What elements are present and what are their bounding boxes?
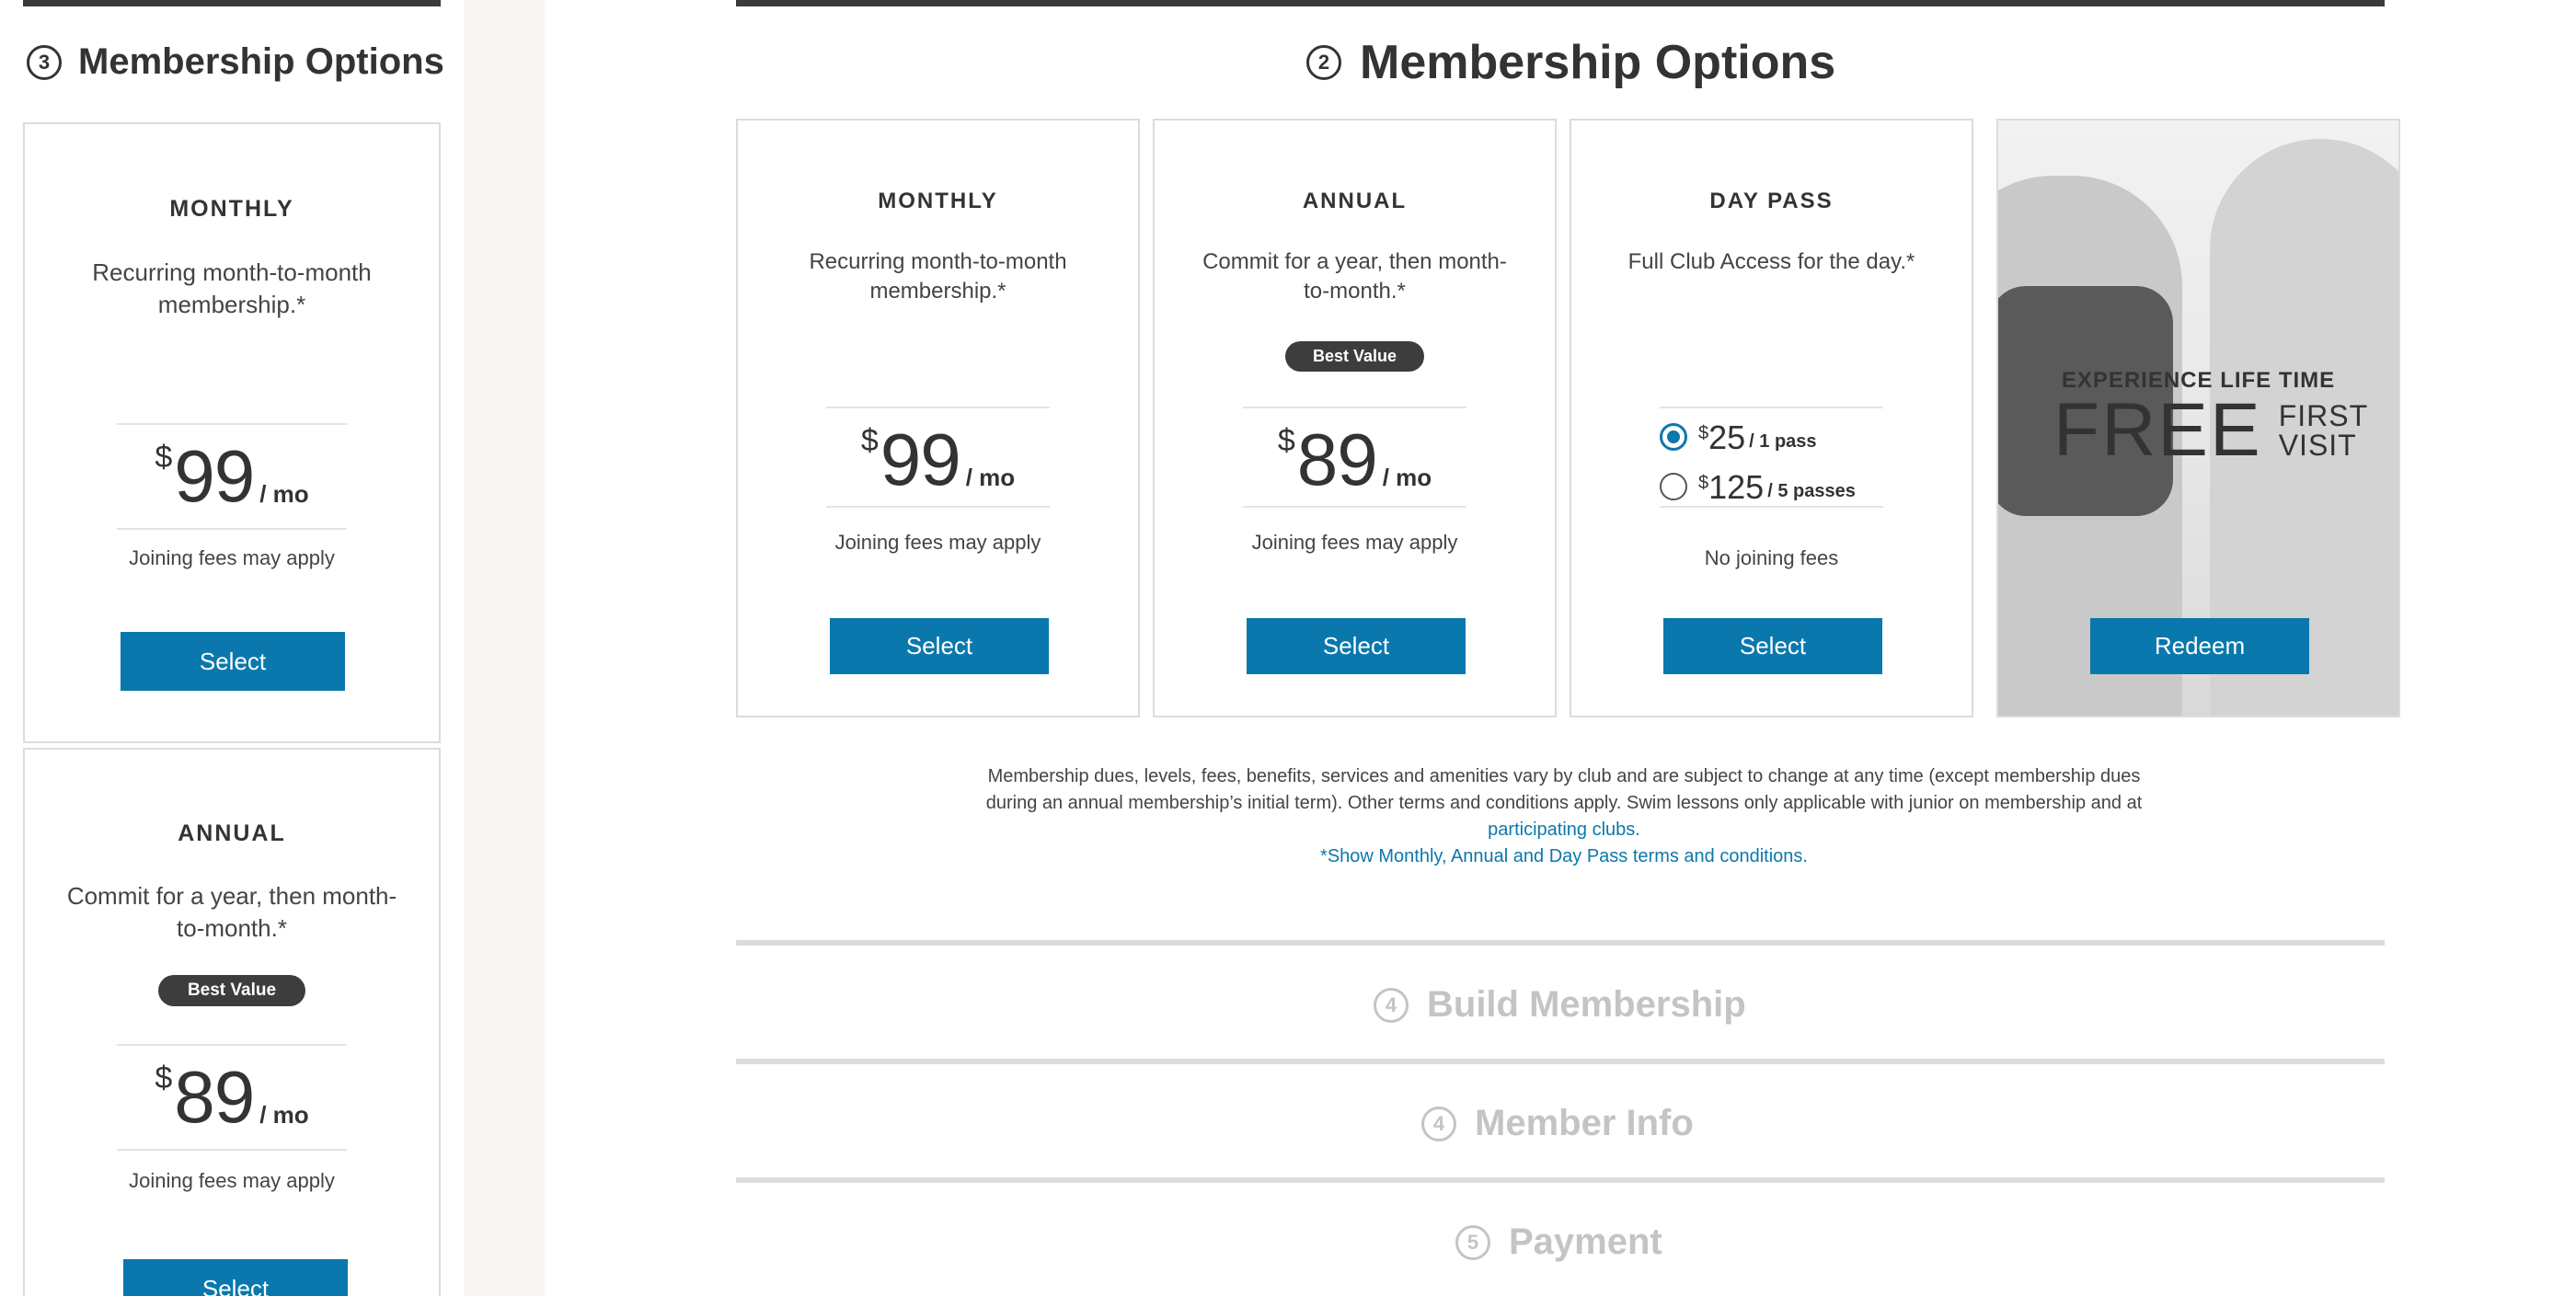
legal-text: Membership dues, levels, fees, benefits,…: [985, 766, 2143, 813]
plan-description: Commit for a year, then month-to-month.*: [66, 882, 397, 943]
participating-clubs-link[interactable]: participating clubs.: [1488, 820, 1640, 840]
plan-description: Full Club Access for the day.*: [1627, 249, 1915, 274]
step-number-badge: 3: [27, 44, 62, 80]
page-title: Membership Options: [1360, 36, 1836, 89]
fees-note: Joining fees may apply: [1251, 531, 1458, 554]
layout-gutter: [464, 0, 545, 1296]
promo-visit: VISIT: [2278, 429, 2357, 462]
currency-symbol: $: [860, 423, 879, 458]
mobile-panel: 3 Membership Options MONTHLY Recurring m…: [0, 0, 464, 1296]
plan-name: DAY PASS: [1709, 189, 1834, 213]
currency-symbol: $: [1277, 423, 1295, 458]
price-amount: 99: [880, 419, 961, 500]
currency-symbol: $: [155, 1061, 173, 1095]
terms-conditions-link[interactable]: *Show Monthly, Annual and Day Pass terms…: [1320, 846, 1808, 866]
price-period: / 5 passes: [1767, 481, 1856, 501]
plan-price: $ 89 / mo: [1243, 407, 1466, 508]
best-value-badge: Best Value: [1284, 341, 1425, 372]
price-period: / mo: [259, 1101, 309, 1129]
step-number-badge: 4: [1421, 1106, 1456, 1141]
redeem-button[interactable]: Redeem: [2090, 618, 2309, 674]
plan-card-day-pass: DAY PASS Full Club Access for the day.* …: [1570, 119, 1973, 717]
plan-card-annual: ANNUAL Commit for a year, then month-to-…: [23, 748, 441, 1296]
radio-button-selected[interactable]: [1660, 423, 1687, 451]
section-title: Member Info: [1475, 1103, 1694, 1143]
price-amount: 25: [1708, 419, 1746, 456]
section-member-info[interactable]: 4 Member Info: [1421, 1103, 1694, 1144]
section-divider: [736, 1177, 2385, 1183]
select-button[interactable]: Select: [830, 618, 1049, 674]
section-divider: [736, 1059, 2385, 1064]
promo-first: FIRST: [2278, 399, 2369, 432]
promo-free-text: FREE: [2053, 388, 2262, 472]
plan-description: Recurring month-to-month membership.*: [92, 258, 372, 319]
promo-first-visit: FIRST VISIT: [2279, 401, 2368, 460]
select-button[interactable]: Select: [123, 1259, 348, 1296]
promo-offer: FREE FIRST VISIT: [2053, 393, 2368, 468]
plan-price: $ 89 / mo: [117, 1044, 347, 1151]
fees-note: Joining fees may apply: [129, 546, 335, 569]
free-visit-promo: EXPERIENCE LIFE TIME FREE FIRST VISIT Re…: [1996, 119, 2400, 717]
plan-name: ANNUAL: [1302, 189, 1408, 213]
top-divider: [736, 0, 2385, 6]
best-value-badge: Best Value: [157, 975, 306, 1006]
badge-row: Best Value: [1155, 341, 1555, 372]
plan-card-annual: ANNUAL Commit for a year, then month-to-…: [1153, 119, 1557, 717]
select-button[interactable]: Select: [121, 632, 345, 691]
section-title: Payment: [1509, 1221, 1662, 1262]
badge-row: Best Value: [25, 975, 439, 1006]
fees-note: Joining fees may apply: [834, 531, 1041, 554]
step-number-badge: 2: [1306, 45, 1341, 80]
plan-price: $ 99 / mo: [826, 407, 1050, 508]
step-number-badge: 5: [1455, 1224, 1490, 1260]
currency-symbol: $: [1698, 473, 1709, 493]
section-build-membership[interactable]: 4 Build Membership: [1374, 984, 1746, 1026]
pass-options: $ 25 / 1 pass $ 125 / 5 passes: [1660, 407, 1883, 508]
select-button[interactable]: Select: [1247, 618, 1466, 674]
section-payment[interactable]: 5 Payment: [1455, 1221, 1662, 1263]
top-divider: [23, 0, 441, 6]
pass-option-1[interactable]: $ 25 / 1 pass: [1660, 421, 1817, 454]
plan-name: ANNUAL: [178, 820, 286, 846]
price-amount: 99: [174, 435, 255, 517]
plan-price: $ 99 / mo: [117, 423, 347, 530]
legal-disclaimer: Membership dues, levels, fees, benefits,…: [975, 763, 2153, 870]
plan-name: MONTHLY: [878, 189, 998, 213]
plan-card-monthly: MONTHLY Recurring month-to-month members…: [23, 122, 441, 743]
price-period: / mo: [259, 480, 309, 508]
price-amount: 89: [174, 1056, 255, 1138]
price-period: / 1 pass: [1749, 431, 1817, 452]
section-divider: [736, 940, 2385, 946]
price-period: / mo: [1382, 464, 1432, 491]
plan-description: Recurring month-to-month membership.*: [809, 249, 1067, 304]
section-title: 2 Membership Options: [1306, 35, 1835, 90]
currency-symbol: $: [155, 440, 173, 475]
pass-option-2[interactable]: $ 125 / 5 passes: [1660, 471, 1856, 504]
plan-description: Commit for a year, then month-to-month.*: [1202, 249, 1507, 304]
price-amount: 125: [1708, 468, 1765, 506]
price-period: / mo: [965, 464, 1016, 491]
price-amount: 89: [1296, 419, 1378, 500]
select-button[interactable]: Select: [1663, 618, 1882, 674]
section-title: 3 Membership Options: [27, 41, 444, 83]
page-title: Membership Options: [78, 41, 444, 82]
step-number-badge: 4: [1374, 987, 1409, 1023]
section-title: Build Membership: [1427, 984, 1746, 1025]
currency-symbol: $: [1698, 423, 1709, 443]
fees-note: Joining fees may apply: [129, 1169, 335, 1192]
radio-button[interactable]: [1660, 473, 1687, 500]
fees-note: No joining fees: [1704, 546, 1839, 569]
plan-card-monthly: MONTHLY Recurring month-to-month members…: [736, 119, 1140, 717]
plan-name: MONTHLY: [169, 196, 294, 222]
